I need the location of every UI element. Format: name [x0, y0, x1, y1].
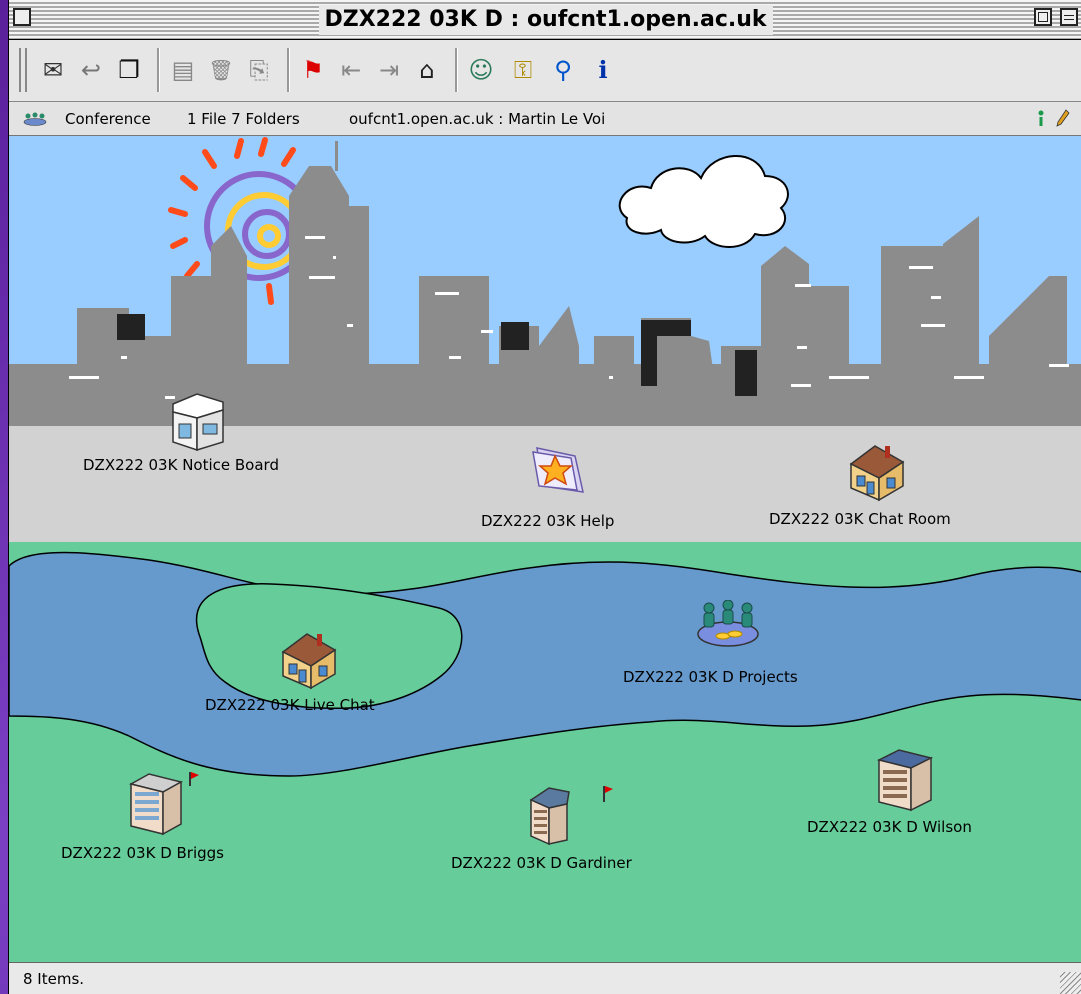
collapse-box-icon[interactable]: [1060, 8, 1078, 26]
open-folder-icon[interactable]: ⌂: [413, 52, 441, 88]
help-document-icon[interactable]: [525, 442, 589, 498]
print-icon[interactable]: ▤: [169, 52, 197, 88]
window-title: DZX222 03K D : oufcnt1.open.ac.uk: [318, 5, 773, 35]
add-user-icon[interactable]: ☺: [467, 52, 495, 88]
wilson-building-icon[interactable]: [873, 746, 937, 812]
user-key-icon[interactable]: ⚿: [509, 52, 537, 88]
reply-glyph: ↩: [80, 56, 102, 84]
close-box-icon[interactable]: [13, 8, 31, 26]
chat-room-house-icon[interactable]: [845, 442, 909, 502]
search-icon[interactable]: ⚲: [549, 52, 577, 88]
add-user-glyph: ☺: [468, 56, 494, 84]
next-glyph: ⇥: [378, 56, 400, 84]
trash-glyph: 🗑: [208, 58, 234, 82]
forward-icon[interactable]: ⎘: [245, 52, 273, 88]
live-chat-house-icon[interactable]: [277, 630, 341, 690]
reply-icon[interactable]: ↩: [77, 52, 105, 88]
new-message-icon[interactable]: ✉: [39, 52, 67, 88]
item-count-status: 8 Items.: [23, 970, 85, 988]
flag-glyph: ⚑: [302, 56, 324, 84]
toolbar-separator: [455, 48, 458, 92]
item-counts: 1 File 7 Folders: [187, 110, 300, 128]
server-location: oufcnt1.open.ac.uk : Martin Le Voi: [349, 110, 606, 128]
item-label[interactable]: DZX222 03K Notice Board: [83, 456, 279, 474]
projects-group-icon[interactable]: [695, 600, 761, 650]
forward-glyph: ⎘: [249, 56, 269, 84]
edit-pencil-icon[interactable]: [1056, 109, 1070, 127]
item-label[interactable]: DZX222 03K D Briggs: [61, 844, 224, 862]
notice-board-building-icon[interactable]: [167, 390, 229, 452]
open-folder-glyph: ⌂: [419, 56, 435, 84]
toolbar: ✉ ↩ ❐ ▤ 🗑 ⎘ ⚑ ⇤ ⇥ ⌂ ☺ ⚿ ⚲ ℹ: [9, 40, 1081, 102]
folder-view: DZX222 03K Notice Board DZX222 03K Help …: [9, 136, 1081, 962]
item-label[interactable]: DZX222 03K Help: [481, 512, 614, 530]
gardiner-building-icon[interactable]: [527, 784, 617, 846]
item-label[interactable]: DZX222 03K Live Chat: [205, 696, 375, 714]
user-key-glyph: ⚿: [513, 56, 533, 84]
resize-grip-icon[interactable]: [1060, 972, 1081, 994]
conference-window: DZX222 03K D : oufcnt1.open.ac.uk ✉ ↩ ❐ …: [8, 0, 1081, 994]
info-bar: Conference 1 File 7 Folders oufcnt1.open…: [9, 102, 1081, 136]
info-glyph: ℹ: [598, 56, 608, 84]
item-label[interactable]: DZX222 03K D Gardiner: [451, 854, 632, 872]
print-glyph: ▤: [171, 56, 195, 84]
next-icon[interactable]: ⇥: [375, 52, 403, 88]
toolbar-separator: [157, 48, 160, 92]
item-label[interactable]: DZX222 03K Chat Room: [769, 510, 951, 528]
briggs-building-icon[interactable]: [127, 768, 199, 836]
new-document-icon[interactable]: ❐: [115, 52, 143, 88]
conference-icon: [23, 112, 47, 126]
zoom-box-icon[interactable]: [1034, 8, 1052, 26]
user-status-icon: [1038, 110, 1044, 126]
title-bar[interactable]: DZX222 03K D : oufcnt1.open.ac.uk: [9, 0, 1081, 40]
toolbar-separator: [287, 48, 290, 92]
previous-icon[interactable]: ⇤: [337, 52, 365, 88]
new-document-glyph: ❐: [118, 56, 140, 84]
next-unread-flag-icon[interactable]: ⚑: [299, 52, 327, 88]
trash-icon[interactable]: 🗑: [207, 52, 235, 88]
conference-label: Conference: [65, 110, 151, 128]
toolbar-grip[interactable]: [19, 48, 27, 92]
item-label[interactable]: DZX222 03K D Wilson: [807, 818, 972, 836]
item-label[interactable]: DZX222 03K D Projects: [623, 668, 798, 686]
info-icon[interactable]: ℹ: [589, 52, 617, 88]
status-bar: 8 Items.: [9, 962, 1081, 994]
previous-glyph: ⇤: [340, 56, 362, 84]
search-glyph: ⚲: [554, 56, 572, 84]
new-message-glyph: ✉: [42, 56, 64, 84]
